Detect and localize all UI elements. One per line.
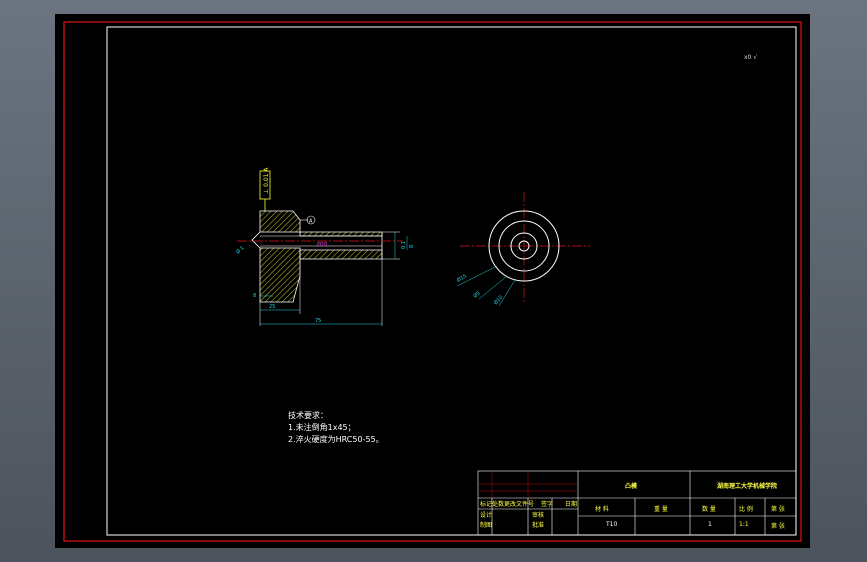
notes-title: 技术要求： [288,411,328,420]
part-name: 凸模 [625,483,638,490]
gdt-text: ⊥ 0.01 A [263,167,270,194]
bore-dim: Ø20 [317,241,327,248]
school-name: 湖南理工大学机械学院 [717,483,778,490]
title-block-redlines [478,471,578,498]
notes-line-2: 2.淬火硬度为HRC50-55。 [288,435,384,444]
gdt-frame: ⊥ 0.01 A [259,167,271,211]
dim-bottom-75: 75 [315,318,321,324]
right-dims: 0.1 8 [382,231,415,260]
dim-right-1: 0.1 [401,241,407,249]
qty-value: 1 [708,521,712,528]
sheet-value: 第 张 [771,523,785,530]
sheet-label: 第 张 [771,506,785,513]
dim-right-2: 8 [409,245,415,248]
end-view: Ø15 Ø5 Ø10 [456,192,590,306]
tb-row2-a: 设计 [480,512,493,519]
dim-bottom-small: 8 [253,293,256,299]
tb-row3-a: 制图 [480,522,493,529]
datum-symbol: A [300,215,316,225]
tb-row1-d: 日期 [565,501,578,508]
scale-label: 比 例 [739,506,753,513]
outer-border [63,21,802,542]
datum-letter: A [309,219,313,225]
end-dim-3: Ø10 [492,294,504,306]
material-value: T10 [606,521,618,528]
technical-notes: 技术要求： 1.未注倒角1x45； 2.淬火硬度为HRC50-55。 [288,410,384,446]
tb-row3-b: 批准 [532,522,545,529]
end-dim-1: Ø15 [456,273,468,284]
drawing-canvas: ⊥ 0.01 A A Ø20 Ø 1 0.1 8 8 25 75 Ø15 Ø5 … [63,21,802,542]
dim-bottom-25: 25 [269,304,275,310]
tb-row1-a: 标记处数 [480,501,505,508]
tb-row2-b: 审核 [532,512,545,519]
chamfer-dim: Ø 1 [234,244,245,255]
material-label: 材 料 [595,506,609,513]
part-section [251,210,383,303]
qty-label: 数 量 [702,506,716,513]
tb-row1-b: 更改文件号 [504,501,535,508]
corner-roughness-note: x0 √ [744,54,758,61]
inner-frame [106,26,797,536]
scale-value: 1:1 [739,521,749,528]
notes-line-1: 1.未注倒角1x45； [288,423,356,432]
tb-row1-c: 签字 [541,501,554,508]
drawing-sheet: ⊥ 0.01 A A Ø20 Ø 1 0.1 8 8 25 75 Ø15 Ø5 … [55,14,810,548]
weight-label: 重 量 [654,506,668,513]
